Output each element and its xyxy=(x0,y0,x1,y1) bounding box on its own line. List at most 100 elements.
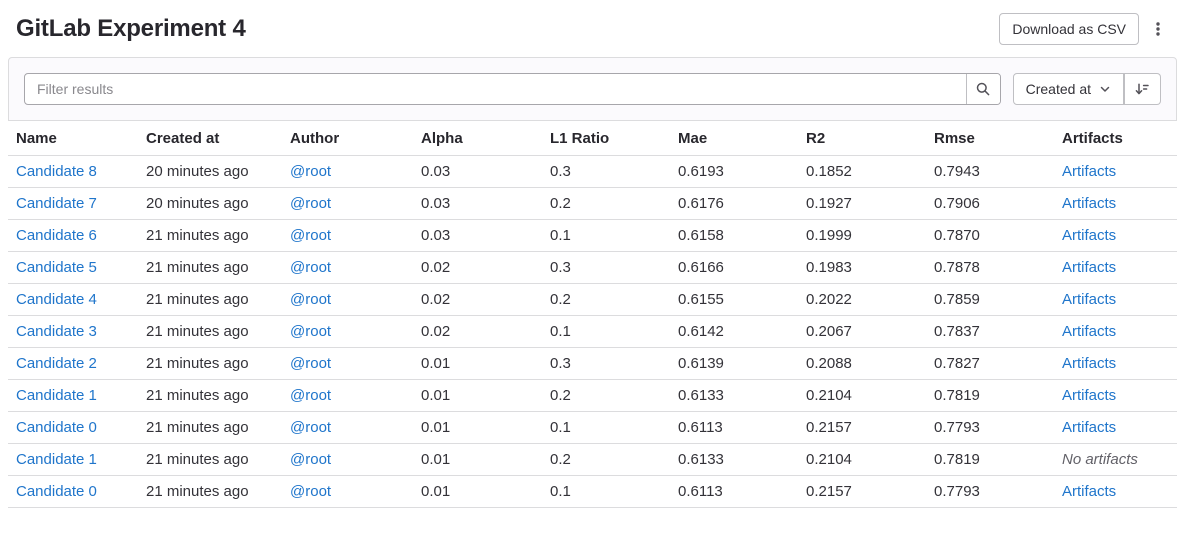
download-csv-button[interactable]: Download as CSV xyxy=(999,13,1139,45)
artifacts-link[interactable]: Artifacts xyxy=(1062,227,1116,244)
table-cell: 0.03 xyxy=(413,220,542,252)
table-cell: 0.1852 xyxy=(798,156,926,188)
table-cell: Candidate 4 xyxy=(8,284,138,316)
author-link[interactable]: @root xyxy=(290,387,331,404)
table-cell: 0.3 xyxy=(542,348,670,380)
author-link[interactable]: @root xyxy=(290,323,331,340)
sort-direction-button[interactable] xyxy=(1124,73,1161,105)
table-cell: 0.7878 xyxy=(926,252,1054,284)
table-row: Candidate 321 minutes ago@root0.020.10.6… xyxy=(8,316,1177,348)
search-button[interactable] xyxy=(966,74,1000,104)
column-header-rmse: Rmse xyxy=(926,121,1054,156)
artifacts-link[interactable]: Artifacts xyxy=(1062,387,1116,404)
candidate-link[interactable]: Candidate 3 xyxy=(16,323,97,340)
table-row: Candidate 021 minutes ago@root0.010.10.6… xyxy=(8,412,1177,444)
table-cell: 21 minutes ago xyxy=(138,412,282,444)
table-cell: @root xyxy=(282,348,413,380)
table-cell: 0.2104 xyxy=(798,380,926,412)
created-at-value: 21 minutes ago xyxy=(146,259,249,276)
table-cell: Artifacts xyxy=(1054,252,1177,284)
artifacts-link[interactable]: Artifacts xyxy=(1062,259,1116,276)
alpha-value: 0.03 xyxy=(421,227,450,244)
table-cell: 0.2 xyxy=(542,284,670,316)
search-group xyxy=(24,73,1001,105)
table-cell: Artifacts xyxy=(1054,412,1177,444)
table-cell: 0.6166 xyxy=(670,252,798,284)
table-cell: 0.6139 xyxy=(670,348,798,380)
table-cell: 0.6155 xyxy=(670,284,798,316)
candidate-link[interactable]: Candidate 2 xyxy=(16,355,97,372)
sort-descending-icon xyxy=(1134,81,1150,97)
candidate-link[interactable]: Candidate 1 xyxy=(16,451,97,468)
artifacts-link[interactable]: Artifacts xyxy=(1062,163,1116,180)
candidate-link[interactable]: Candidate 0 xyxy=(16,419,97,436)
table-cell: 0.7837 xyxy=(926,316,1054,348)
author-link[interactable]: @root xyxy=(290,291,331,308)
rmse-value: 0.7793 xyxy=(934,419,980,436)
column-header-r2: R2 xyxy=(798,121,926,156)
rmse-value: 0.7943 xyxy=(934,163,980,180)
filter-results-input[interactable] xyxy=(25,74,966,104)
author-link[interactable]: @root xyxy=(290,195,331,212)
table-cell: 21 minutes ago xyxy=(138,220,282,252)
author-link[interactable]: @root xyxy=(290,355,331,372)
table-cell: 0.6133 xyxy=(670,444,798,476)
column-header-alpha: Alpha xyxy=(413,121,542,156)
author-link[interactable]: @root xyxy=(290,259,331,276)
candidates-table-wrap: Name Created at Author Alpha L1 Ratio Ma… xyxy=(8,121,1177,508)
artifacts-link[interactable]: Artifacts xyxy=(1062,483,1116,500)
table-cell: 0.7827 xyxy=(926,348,1054,380)
table-cell: 20 minutes ago xyxy=(138,156,282,188)
mae-value: 0.6158 xyxy=(678,227,724,244)
author-link[interactable]: @root xyxy=(290,163,331,180)
ellipsis-vertical-icon xyxy=(1150,21,1166,37)
table-cell: Candidate 7 xyxy=(8,188,138,220)
table-cell: 0.7819 xyxy=(926,444,1054,476)
sort-controls: Created at xyxy=(1013,73,1161,105)
table-header: Name Created at Author Alpha L1 Ratio Ma… xyxy=(8,121,1177,156)
artifacts-link[interactable]: Artifacts xyxy=(1062,291,1116,308)
table-cell: 0.6113 xyxy=(670,412,798,444)
table-cell: Artifacts xyxy=(1054,348,1177,380)
candidate-link[interactable]: Candidate 6 xyxy=(16,227,97,244)
table-cell: 21 minutes ago xyxy=(138,444,282,476)
table-cell: 0.2157 xyxy=(798,476,926,508)
table-cell: 0.7793 xyxy=(926,476,1054,508)
table-cell: Candidate 2 xyxy=(8,348,138,380)
table-cell: 0.1 xyxy=(542,412,670,444)
table-cell: 0.3 xyxy=(542,156,670,188)
artifacts-link[interactable]: Artifacts xyxy=(1062,323,1116,340)
rmse-value: 0.7827 xyxy=(934,355,980,372)
candidate-link[interactable]: Candidate 4 xyxy=(16,291,97,308)
table-cell: Candidate 1 xyxy=(8,444,138,476)
mae-value: 0.6139 xyxy=(678,355,724,372)
table-cell: 0.6133 xyxy=(670,380,798,412)
candidate-link[interactable]: Candidate 0 xyxy=(16,483,97,500)
table-cell: 0.6193 xyxy=(670,156,798,188)
author-link[interactable]: @root xyxy=(290,483,331,500)
candidates-table: Name Created at Author Alpha L1 Ratio Ma… xyxy=(8,121,1177,508)
created-at-value: 21 minutes ago xyxy=(146,291,249,308)
artifacts-link[interactable]: Artifacts xyxy=(1062,419,1116,436)
candidate-link[interactable]: Candidate 7 xyxy=(16,195,97,212)
author-link[interactable]: @root xyxy=(290,419,331,436)
l1-ratio-value: 0.1 xyxy=(550,483,571,500)
table-cell: No artifacts xyxy=(1054,444,1177,476)
artifacts-link[interactable]: Artifacts xyxy=(1062,355,1116,372)
artifacts-link[interactable]: Artifacts xyxy=(1062,195,1116,212)
column-header-created-at: Created at xyxy=(138,121,282,156)
sort-field-dropdown[interactable]: Created at xyxy=(1013,73,1124,105)
table-cell: 0.7859 xyxy=(926,284,1054,316)
candidate-link[interactable]: Candidate 1 xyxy=(16,387,97,404)
table-row: Candidate 521 minutes ago@root0.020.30.6… xyxy=(8,252,1177,284)
kebab-menu-button[interactable] xyxy=(1145,13,1171,45)
l1-ratio-value: 0.3 xyxy=(550,355,571,372)
rmse-value: 0.7878 xyxy=(934,259,980,276)
author-link[interactable]: @root xyxy=(290,451,331,468)
table-row: Candidate 720 minutes ago@root0.030.20.6… xyxy=(8,188,1177,220)
table-cell: 0.03 xyxy=(413,188,542,220)
candidate-link[interactable]: Candidate 8 xyxy=(16,163,97,180)
author-link[interactable]: @root xyxy=(290,227,331,244)
candidate-link[interactable]: Candidate 5 xyxy=(16,259,97,276)
table-cell: 0.1 xyxy=(542,220,670,252)
